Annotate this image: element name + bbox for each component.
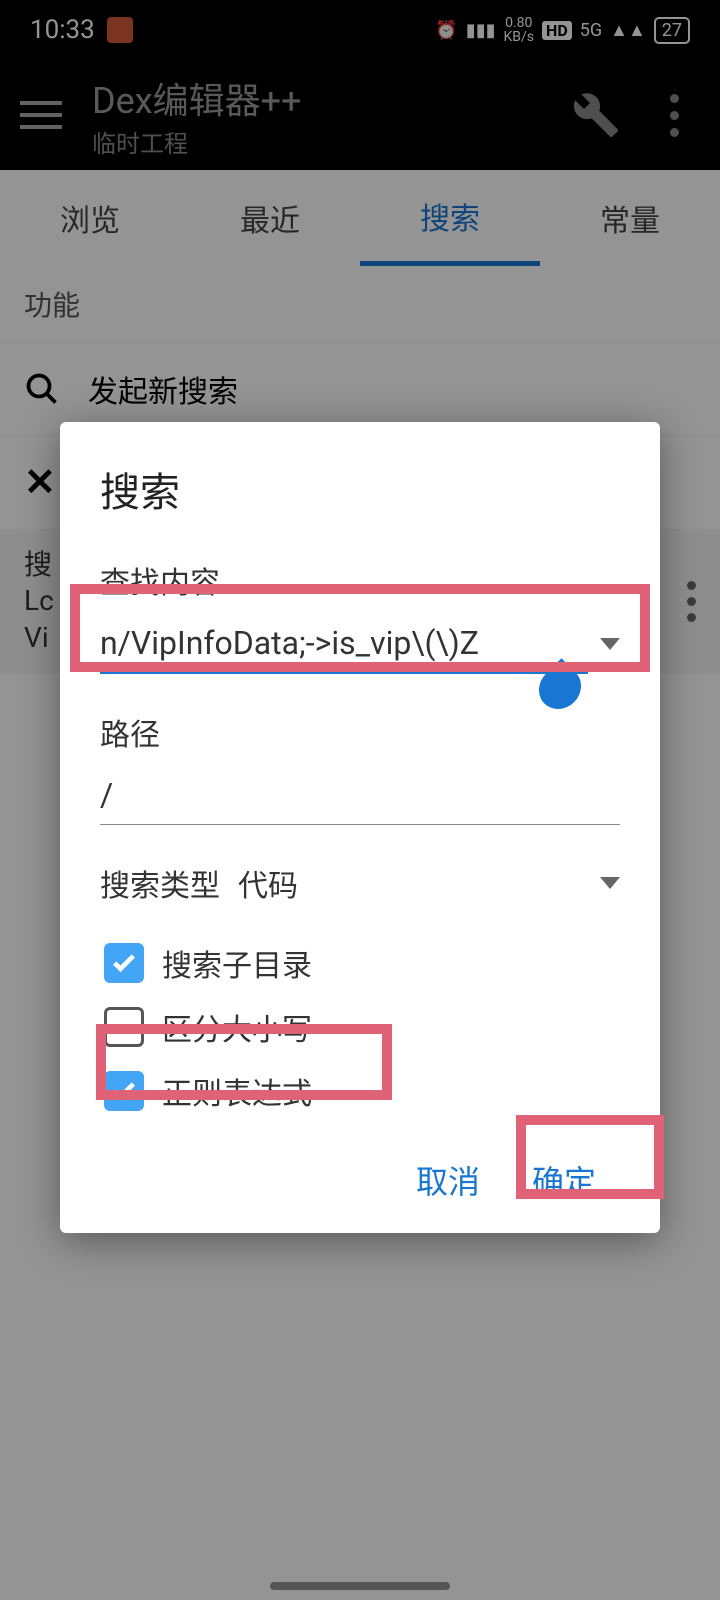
ok-button[interactable]: 确定 (532, 1157, 596, 1203)
cb-sub-label: 搜索子目录 (162, 941, 312, 985)
type-value: 代码 (238, 861, 298, 905)
type-dropdown-icon (600, 877, 620, 889)
checkbox-regex[interactable]: 正则表达式 (100, 1069, 620, 1113)
path-label: 路径 (100, 710, 620, 754)
checkbox-icon-unchecked (104, 1007, 144, 1047)
checkbox-subdirs[interactable]: 搜索子目录 (100, 941, 620, 985)
history-dropdown-icon[interactable] (600, 638, 620, 650)
path-input[interactable]: / (100, 766, 620, 825)
find-label: 查找内容 (100, 558, 620, 602)
checkbox-icon-checked (104, 1071, 144, 1111)
home-indicator[interactable] (270, 1582, 450, 1590)
cb-regex-label: 正则表达式 (162, 1069, 312, 1113)
checkbox-case[interactable]: 区分大小写 (100, 1005, 620, 1049)
type-label: 搜索类型 (100, 861, 220, 905)
dialog-title: 搜索 (100, 460, 620, 518)
cb-case-label: 区分大小写 (162, 1005, 312, 1049)
find-input[interactable]: n/VipInfoData;->is_vip\(\)Z (100, 614, 588, 674)
checkbox-icon-checked (104, 943, 144, 983)
search-dialog: 搜索 查找内容 n/VipInfoData;->is_vip\(\)Z 路径 /… (60, 422, 660, 1233)
search-type-row[interactable]: 搜索类型 代码 (100, 861, 620, 905)
cancel-button[interactable]: 取消 (416, 1157, 480, 1203)
